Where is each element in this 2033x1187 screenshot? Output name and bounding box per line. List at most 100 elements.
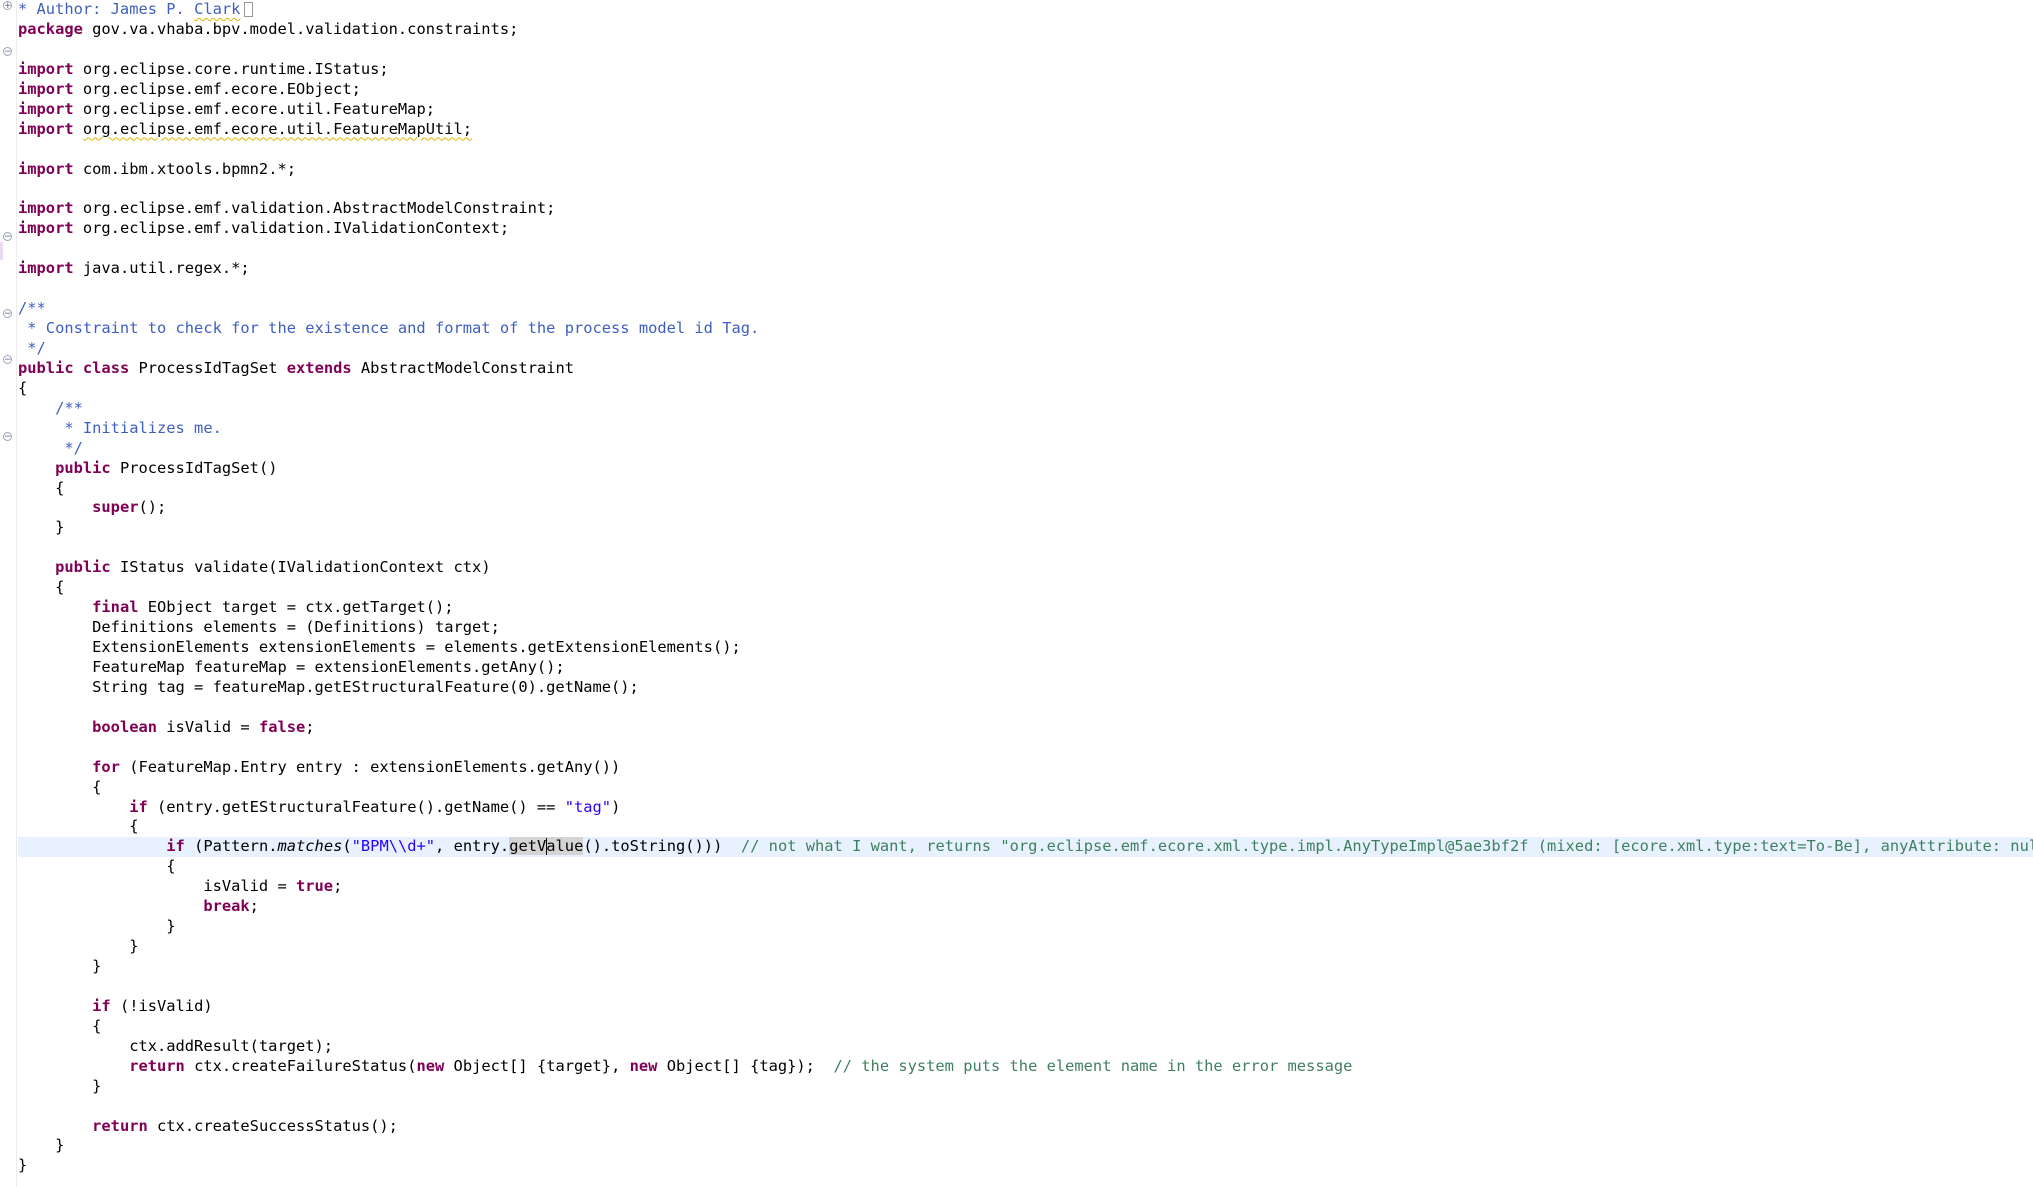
code-line: import org.eclipse.emf.ecore.util.Featur… <box>18 100 2033 120</box>
class-declaration: public class ProcessIdTagSet extends Abs… <box>18 359 2033 379</box>
method-declaration: public IStatus validate(IValidationConte… <box>18 558 2033 578</box>
code-text: (entry.getEStructuralFeature().getName()… <box>147 797 565 816</box>
brace: { <box>55 478 65 497</box>
java-code-editor[interactable]: + − − − − − * Author: James P. Clark pac… <box>0 0 2033 1187</box>
keyword-return: return <box>92 1116 148 1135</box>
keyword-import: import <box>18 79 74 98</box>
change-marker-bar <box>0 242 3 260</box>
code-line: FeatureMap featureMap = extensionElement… <box>18 658 2033 678</box>
code-line: { <box>18 1017 2033 1037</box>
keyword-public: public <box>18 358 74 377</box>
code-line: Definitions elements = (Definitions) tar… <box>18 618 2033 638</box>
collapse-fold-icon[interactable]: − <box>3 432 12 442</box>
code-line: * Constraint to check for the existence … <box>18 319 2033 339</box>
keyword-if: if <box>166 837 185 856</box>
expand-fold-icon[interactable]: + <box>3 1 12 11</box>
collapse-fold-icon[interactable]: − <box>3 355 12 365</box>
line-comment: // not what I want, returns "org.eclipse… <box>740 837 2033 856</box>
code-line: final EObject target = ctx.getTarget(); <box>18 598 2033 618</box>
code-text: ExtensionElements extensionElements = el… <box>18 638 741 656</box>
keyword-new: new <box>629 1056 658 1075</box>
code-line: super(); <box>18 498 2033 518</box>
code-line: } <box>18 1156 2033 1176</box>
code-line: */ <box>18 339 2033 359</box>
code-text: ; <box>305 717 315 736</box>
keyword-false: false <box>258 717 306 736</box>
code-line: */ <box>18 439 2033 459</box>
keyword-import: import <box>18 219 74 238</box>
code-line: if (entry.getEStructuralFeature().getNam… <box>18 798 2033 818</box>
code-text: ().toString())) <box>583 837 741 856</box>
javadoc-close: */ <box>18 338 46 357</box>
code-text: Object[] {tag}); <box>657 1056 834 1075</box>
code-line: String tag = featureMap.getEStructuralFe… <box>18 678 2033 698</box>
code-line: { <box>18 479 2033 499</box>
collapse-fold-icon[interactable]: − <box>3 232 12 242</box>
code-line: package gov.va.vhaba.bpv.model.validatio… <box>18 20 2033 40</box>
code-text: ( <box>342 837 352 856</box>
code-line: { <box>18 379 2033 399</box>
method-signature: IStatus validate(IValidationContext ctx) <box>110 558 491 577</box>
keyword-public: public <box>55 558 111 577</box>
keyword-extends: extends <box>286 358 352 377</box>
collapse-fold-icon[interactable]: − <box>3 47 12 57</box>
keyword-public: public <box>55 458 111 477</box>
current-line[interactable]: if (Pattern.matches("BPM\\d+", entry.get… <box>18 837 2033 858</box>
gutter-divider <box>16 0 17 1187</box>
code-line: } <box>18 917 2033 937</box>
import-path: org.eclipse.emf.validation.IValidationCo… <box>73 219 510 238</box>
class-name: ProcessIdTagSet <box>129 358 287 377</box>
code-line: } <box>18 1136 2033 1156</box>
brace: } <box>92 957 102 975</box>
code-line: { <box>18 778 2033 798</box>
code-area[interactable]: * Author: James P. Clark package gov.va.… <box>18 0 2033 1187</box>
keyword-return: return <box>129 1056 185 1075</box>
package-name: gov.va.vhaba.bpv.model.validation.constr… <box>82 19 519 38</box>
code-line: { <box>18 578 2033 598</box>
author-last-name: Clark <box>194 0 241 18</box>
keyword-import: import <box>18 99 74 118</box>
brace: { <box>18 378 28 397</box>
code-line: ExtensionElements extensionElements = el… <box>18 638 2033 658</box>
code-text: ctx.createFailureStatus( <box>184 1056 417 1075</box>
code-line: return ctx.createSuccessStatus(); <box>18 1117 2033 1137</box>
code-line: /** <box>18 399 2033 419</box>
code-line: { <box>18 817 2033 837</box>
import-path: org.eclipse.emf.ecore.util.FeatureMap; <box>73 99 435 118</box>
brace: { <box>55 578 65 597</box>
parent-class: AbstractModelConstraint <box>351 358 575 377</box>
javadoc-close: */ <box>18 438 83 457</box>
brace: { <box>92 777 102 796</box>
code-line: import com.ibm.xtools.bpmn2.*; <box>18 160 2033 180</box>
import-path: com.ibm.xtools.bpmn2.*; <box>73 159 296 178</box>
code-text: (FeatureMap.Entry entry : extensionEleme… <box>119 757 621 776</box>
code-line: * Author: James P. Clark <box>18 0 2033 20</box>
code-line: break; <box>18 897 2033 917</box>
code-text: isValid = <box>157 717 259 736</box>
brace: } <box>55 1136 65 1155</box>
code-line: import java.util.regex.*; <box>18 259 2033 279</box>
code-text: isValid = <box>203 877 296 896</box>
keyword-break: break <box>203 897 250 916</box>
code-line: import org.eclipse.emf.validation.Abstra… <box>18 199 2033 219</box>
keyword-if: if <box>92 996 111 1015</box>
code-text: String tag = featureMap.getEStructuralFe… <box>18 677 639 696</box>
static-method-call: matches <box>277 837 343 856</box>
keyword-import: import <box>18 59 74 78</box>
brace: } <box>166 917 176 936</box>
collapse-fold-icon[interactable]: − <box>3 309 12 319</box>
keyword-new: new <box>416 1056 445 1075</box>
code-line: for (FeatureMap.Entry entry : extensionE… <box>18 758 2033 778</box>
brace: } <box>55 518 65 537</box>
code-text: ; <box>249 897 259 916</box>
folded-comment-icon[interactable] <box>244 2 254 17</box>
code-line: isValid = true; <box>18 877 2033 897</box>
